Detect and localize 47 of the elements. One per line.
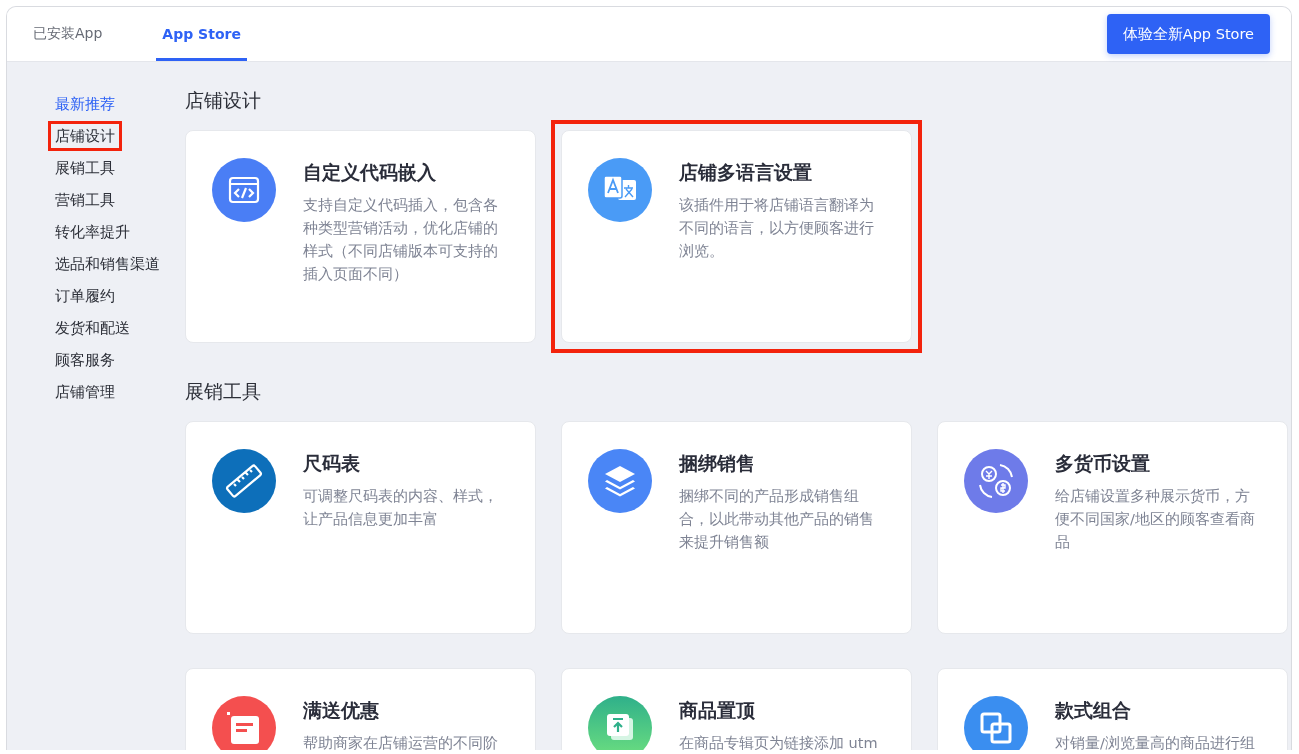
sidebar-item[interactable]: 展销工具 — [48, 153, 122, 183]
sidebar-item[interactable]: 营销工具 — [48, 185, 122, 215]
app-description: 给店铺设置多种展示货币，方便不同国家/地区的顾客查看商品 — [1055, 487, 1256, 552]
app-card[interactable]: 满送优惠 帮助商家在店铺运营的不同阶 — [185, 668, 536, 750]
app-name: 商品置顶 — [679, 698, 756, 722]
app-name: 店铺多语言设置 — [679, 160, 813, 184]
app-card[interactable]: 多货币设置 给店铺设置多种展示货币，方便不同国家/地区的顾客查看商品 — [937, 421, 1288, 634]
currency-exchange-icon — [964, 449, 1028, 513]
section-title: 展销工具 — [185, 379, 262, 403]
sidebar-item[interactable]: 顾客服务 — [48, 345, 122, 375]
app-description: 该插件用于将店铺语言翻译为不同的语言，以方便顾客进行浏览。 — [679, 196, 875, 261]
app-name: 捆绑销售 — [679, 451, 756, 475]
section-title: 店铺设计 — [185, 88, 262, 112]
tab[interactable]: 已安装App — [7, 7, 129, 61]
app-name: 尺码表 — [303, 451, 361, 475]
tab[interactable]: App Store — [156, 7, 247, 61]
sidebar-item[interactable]: 转化率提升 — [48, 217, 137, 247]
app-description: 在商品专辑页为链接添加 utm — [679, 734, 879, 750]
sidebar-item[interactable]: 最新推荐 — [48, 89, 122, 119]
sidebar-item[interactable]: 发货和配送 — [48, 313, 137, 343]
sidebar-item[interactable]: 选品和销售渠道 — [48, 249, 167, 279]
app-description: 捆绑不同的产品形成销售组合，以此带动其他产品的销售来提升销售额 — [679, 487, 875, 552]
app-name: 满送优惠 — [303, 698, 380, 722]
sidebar-item[interactable]: 订单履约 — [48, 281, 122, 311]
app-name: 多货币设置 — [1055, 451, 1151, 475]
app-card[interactable]: 自定义代码嵌入 支持自定义代码插入，包含各种类型营销活动，优化店铺的样式（不同店铺版本可支持的插入页面不同） — [185, 130, 536, 343]
try-new-store-button[interactable]: 体验全新App Store — [1106, 14, 1270, 54]
app-description: 帮助商家在店铺运营的不同阶 — [303, 734, 499, 750]
app-card[interactable]: 捆绑销售 捆绑不同的产品形成销售组合，以此带动其他产品的销售来提升销售额 — [561, 421, 912, 634]
app-description: 对销量/浏览量高的商品进行组 — [1055, 734, 1256, 750]
app-card[interactable]: 商品置顶 在商品专辑页为链接添加 utm — [561, 668, 912, 750]
translate-icon — [588, 158, 652, 222]
app-card[interactable]: 店铺多语言设置 该插件用于将店铺语言翻译为不同的语言，以方便顾客进行浏览。 — [561, 130, 912, 343]
app-name: 款式组合 — [1055, 698, 1132, 722]
app-card[interactable]: 款式组合 对销量/浏览量高的商品进行组 — [937, 668, 1288, 750]
sidebar-item[interactable]: 店铺设计 — [48, 121, 122, 151]
app-description: 支持自定义代码插入，包含各种类型营销活动，优化店铺的样式（不同店铺版本可支持的插入页面不同） — [303, 196, 499, 284]
sidebar-item[interactable]: 店铺管理 — [48, 377, 122, 407]
layers-icon — [588, 449, 652, 513]
overlapping-squares-icon — [964, 696, 1028, 750]
app-card[interactable]: 尺码表 可调整尺码表的内容、样式，让产品信息更加丰富 — [185, 421, 536, 634]
ruler-icon — [212, 449, 276, 513]
receipt-icon — [212, 696, 276, 750]
app-name: 自定义代码嵌入 — [303, 160, 437, 184]
app-description: 可调整尺码表的内容、样式，让产品信息更加丰富 — [303, 487, 499, 529]
pin-to-top-icon — [588, 696, 652, 750]
code-window-icon — [212, 158, 276, 222]
